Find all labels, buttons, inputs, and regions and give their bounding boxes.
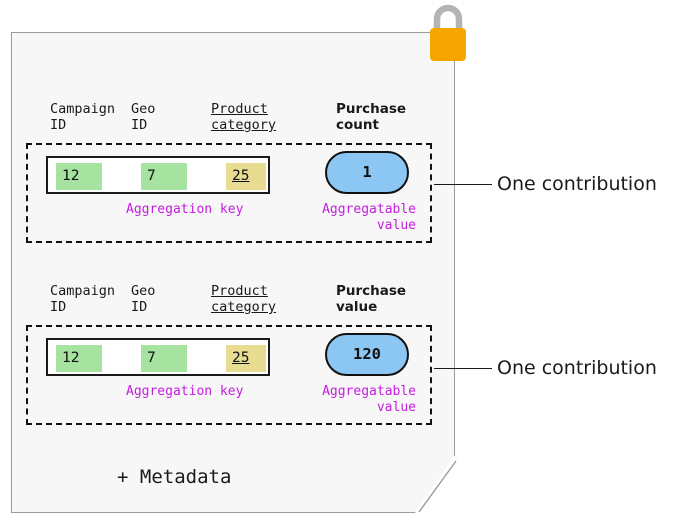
header-product-category-2: Product category (211, 283, 277, 315)
diagram-canvas: Campaign ID Geo ID Product category Purchas… (0, 0, 700, 524)
key-cell-product-category-1: 25 (226, 163, 266, 190)
header-geo-id-2: Geo ID (131, 283, 156, 315)
note-aggregatable-value-2: Aggregatable value (322, 384, 416, 415)
column-headers-2: Campaign ID Geo ID Product category Purchas… (26, 280, 432, 325)
aggregation-key-box-1: 12 7 25 (46, 156, 270, 194)
leader-line-2 (434, 368, 492, 369)
key-cell-product-category-2: 25 (226, 345, 266, 372)
header-campaign-id: Campaign ID (50, 101, 116, 133)
contribution-dashed-box-1: 12 7 25 1 Aggregation key Aggregatable va… (26, 143, 432, 243)
contribution-row-2: Campaign ID Geo ID Product category Purchas… (26, 280, 432, 425)
note-aggregation-key-2: Aggregation key (126, 384, 244, 399)
contribution-row-1: Campaign ID Geo ID Product category Purchas… (26, 98, 432, 243)
contribution-dashed-box-2: 12 7 25 120 Aggregation key Aggregatable… (26, 325, 432, 425)
header-purchase-value: Purchase value (336, 283, 407, 315)
header-purchase-count: Purchase count (336, 101, 407, 133)
padlock-icon (430, 4, 466, 61)
aggregatable-value-oval-2: 120 (325, 333, 409, 376)
note-aggregatable-value-1: Aggregatable value (322, 202, 416, 233)
header-product-category: Product category (211, 101, 277, 133)
annotation-one-contribution-2: One contribution (497, 357, 657, 379)
note-aggregation-key-1: Aggregation key (126, 202, 244, 217)
column-headers-1: Campaign ID Geo ID Product category Purchas… (26, 98, 432, 143)
key-cell-geo-id-2: 7 (141, 345, 187, 372)
leader-line-1 (434, 184, 492, 185)
key-cell-geo-id-1: 7 (141, 163, 187, 190)
header-geo-id: Geo ID (131, 101, 156, 133)
metadata-label: + Metadata (117, 466, 232, 488)
aggregation-key-box-2: 12 7 25 (46, 338, 270, 376)
header-campaign-id-2: Campaign ID (50, 283, 116, 315)
key-cell-campaign-id-1: 12 (56, 163, 102, 190)
key-cell-campaign-id-2: 12 (56, 345, 102, 372)
annotation-one-contribution-1: One contribution (497, 173, 657, 195)
aggregatable-value-oval-1: 1 (325, 151, 409, 194)
